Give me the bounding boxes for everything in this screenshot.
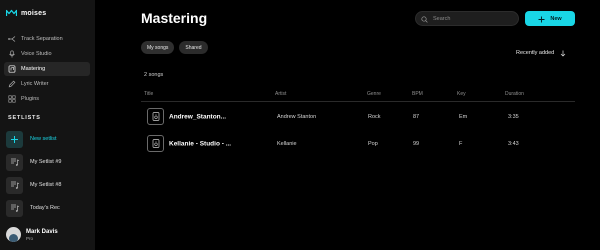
song-artist: Andrew Stanton (277, 114, 317, 120)
song-artist: Kellanie (277, 141, 297, 147)
filter-shared[interactable]: Shared (179, 41, 208, 54)
search-box[interactable] (415, 11, 519, 26)
sort-dropdown[interactable]: Recently added (516, 44, 566, 62)
filter-my-songs[interactable]: My songs (141, 41, 175, 54)
audio-file-icon (147, 135, 164, 152)
setlist-label: My Setlist #8 (30, 182, 62, 188)
sort-label: Recently added (516, 50, 555, 56)
sidebar-item-label: Voice Studio (21, 51, 52, 57)
setlist-label: My Setlist #9 (30, 159, 62, 165)
sidebar-item-label: Mastering (21, 66, 46, 72)
setlists-heading: SETLISTS (8, 115, 41, 121)
user-name: Mark Davis (26, 228, 58, 235)
arrow-down-icon (560, 44, 566, 62)
new-setlist-button[interactable]: New setlist (6, 128, 92, 150)
sidebar-item-track-separation[interactable]: Track Separation (4, 32, 90, 46)
sidebar-item-label: Lyric Writer (21, 81, 49, 87)
song-title[interactable]: Kellanie - Studio - ... (169, 141, 231, 148)
song-title[interactable]: Andrew_Stanton... (169, 114, 226, 121)
song-bpm: 87 (413, 114, 420, 120)
logo-text: moises (21, 9, 47, 17)
moises-logo-icon (6, 9, 17, 17)
table-header: Title Artist Genre BPM Key Duration (141, 87, 575, 102)
song-genre: Rock (368, 114, 381, 120)
plus-icon (538, 10, 545, 28)
setlist-item-todays-rec[interactable]: Today's Rec (6, 197, 92, 219)
song-bpm: 99 (413, 141, 420, 147)
table-row[interactable]: Andrew_Stanton... Andrew Stanton Rock 87… (141, 105, 575, 129)
sidebar-item-plugins[interactable]: Plugins (4, 92, 90, 106)
search-icon (421, 10, 428, 28)
column-duration[interactable]: Duration (505, 91, 524, 97)
plugins-icon (8, 95, 16, 103)
pen-icon (8, 80, 16, 88)
setlist-label: Today's Rec (30, 205, 60, 211)
new-button-label: New (550, 15, 562, 22)
voice-icon (8, 50, 16, 58)
column-genre[interactable]: Genre (367, 91, 381, 97)
column-key[interactable]: Key (457, 91, 466, 97)
table-row[interactable]: Kellanie - Studio - ... Kellanie Pop 99 … (141, 132, 575, 156)
sidebar-item-lyric-writer[interactable]: Lyric Writer (4, 77, 90, 91)
sidebar-item-label: Track Separation (21, 36, 63, 42)
plus-icon (6, 130, 23, 148)
split-icon (8, 35, 16, 43)
song-key: F (459, 141, 463, 147)
user-plan: Pro (26, 235, 34, 241)
app-logo[interactable]: moises (6, 9, 46, 17)
search-input[interactable] (433, 15, 513, 22)
new-button[interactable]: New (525, 11, 575, 26)
column-title[interactable]: Title (144, 91, 153, 97)
sidebar-item-voice-studio[interactable]: Voice Studio (4, 47, 90, 61)
sidebar-item-mastering[interactable]: Mastering (4, 62, 90, 76)
page-title: Mastering (141, 10, 208, 26)
avatar (6, 227, 21, 242)
setlist-item-my-setlist-9[interactable]: My Setlist #9 (6, 151, 92, 173)
song-genre: Pop (368, 141, 378, 147)
music-list-icon (6, 176, 23, 194)
sidebar-nav: Track Separation Voice Studio Mastering … (4, 32, 90, 107)
setlists-list: New setlist My Setlist #9 My Setlist #8 … (6, 128, 92, 220)
mastering-icon (8, 65, 16, 73)
setlist-label: New setlist (30, 136, 57, 142)
column-artist[interactable]: Artist (275, 91, 286, 97)
song-count: 2 songs (144, 72, 164, 78)
music-list-icon (6, 199, 23, 217)
song-duration: 3:35 (508, 114, 519, 120)
sidebar-item-label: Plugins (21, 96, 40, 102)
song-duration: 3:43 (508, 141, 519, 147)
sidebar: moises Track Separation Voice Studio Mas… (0, 0, 95, 250)
audio-file-icon (147, 108, 164, 125)
setlist-item-my-setlist-8[interactable]: My Setlist #8 (6, 174, 92, 196)
user-profile[interactable]: Mark Davis Pro (6, 227, 58, 242)
music-list-icon (6, 153, 23, 171)
filter-chips: My songs Shared (141, 41, 208, 54)
song-key: Em (459, 114, 468, 120)
column-bpm[interactable]: BPM (412, 91, 423, 97)
